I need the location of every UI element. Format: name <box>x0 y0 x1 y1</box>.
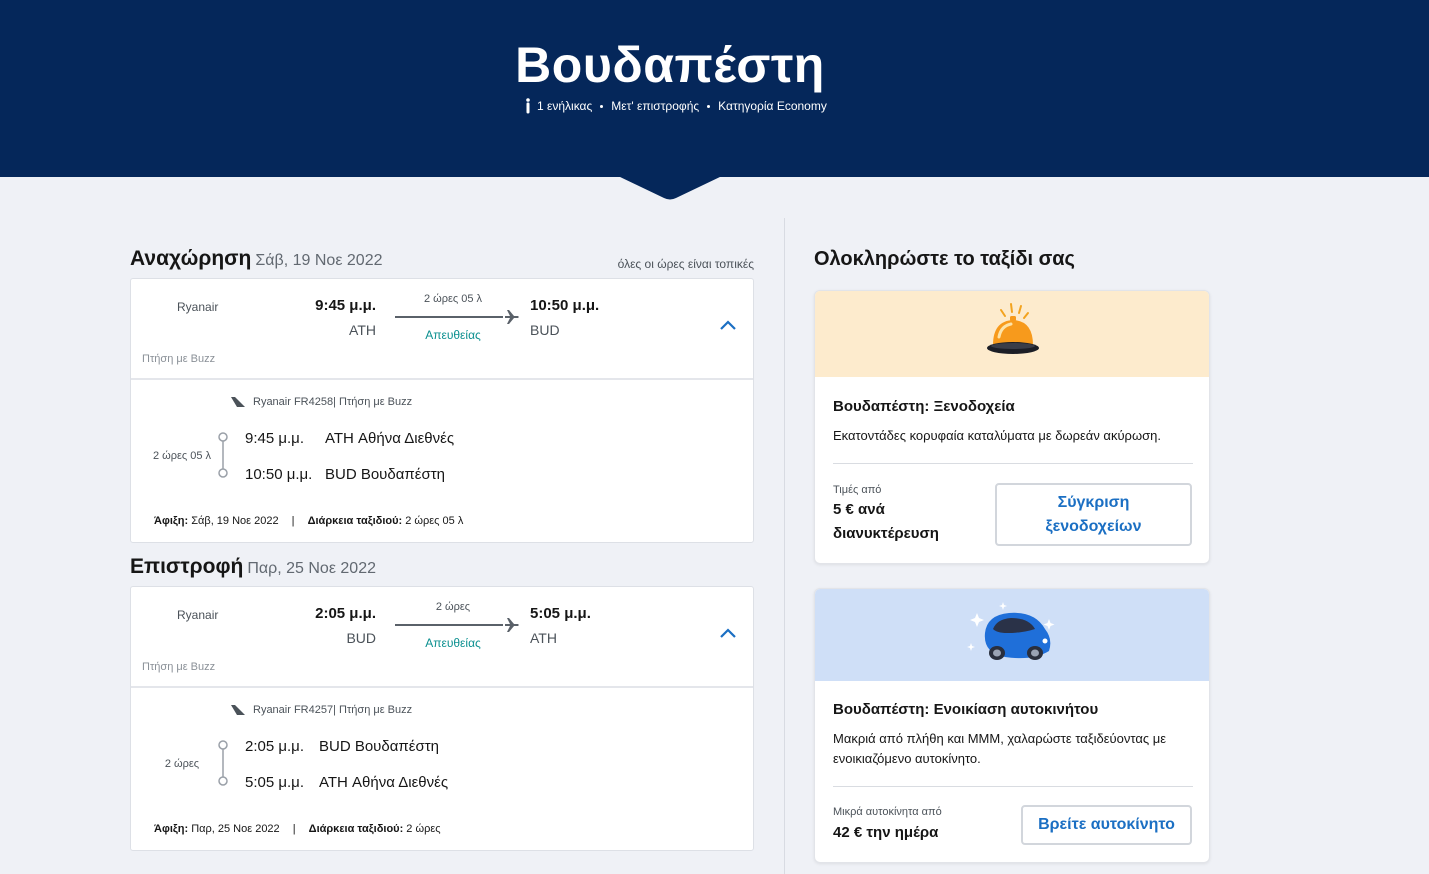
hotel-bell-icon <box>987 303 1039 354</box>
hotels-price-line2: διανυκτέρευση <box>833 525 939 542</box>
footer-separator: | <box>292 823 296 835</box>
leg-departure-time: 2:05 μ.μ. <box>245 738 304 755</box>
airline-name: Ryanair <box>177 608 219 622</box>
return-title: Επιστροφή <box>130 555 244 578</box>
leg-arrival-airport: BUD Βουδαπέστη <box>325 466 445 483</box>
hotels-banner <box>815 291 1209 377</box>
chevron-up-icon[interactable] <box>719 627 737 639</box>
outbound-date: Σάβ, 19 Νοε 2022 <box>255 252 383 269</box>
leg-footer: Άφιξη: Παρ, 25 Νοε 2022 | Διάρκεια ταξιδ… <box>154 823 441 835</box>
separator-dot <box>600 104 604 108</box>
cars-promo-card: Βουδαπέστη: Ενοικίαση αυτοκινήτου Μακριά… <box>814 588 1210 863</box>
trip-duration-label: Διάρκεια ταξιδιού: <box>307 515 403 527</box>
compare-hotels-label-2: ξενοδοχείων <box>1045 517 1142 535</box>
operated-by: Πτήση με Buzz <box>142 661 216 673</box>
plane-icon <box>505 310 519 324</box>
outbound-heading: Αναχώρηση Σάβ, 19 Νοε 2022 <box>130 247 383 271</box>
departure-time: 2:05 μ.μ. <box>315 605 376 622</box>
arrival-code: BUD <box>530 322 560 338</box>
hero-header: Βουδαπέστη 1 ενήλικας Μετ' επιστροφής Κα… <box>0 0 1429 177</box>
leg-airline: Ryanair FR4257| Πτήση με Buzz <box>231 704 412 716</box>
stops-label: Απευθείας <box>425 328 481 342</box>
leg-airline-label: Ryanair FR4257| Πτήση με Buzz <box>253 704 413 716</box>
arrival-time: 10:50 μ.μ. <box>530 297 600 314</box>
column-divider <box>784 218 785 874</box>
hotels-price-label: Τιμές από <box>833 484 882 496</box>
footer-separator: | <box>291 515 295 527</box>
outbound-title: Αναχώρηση <box>130 247 252 270</box>
leg-departure-time: 9:45 μ.μ. <box>245 430 304 447</box>
return-heading: Επιστροφή Παρ, 25 Νοε 2022 <box>130 555 376 579</box>
route-line <box>395 316 503 318</box>
leg-arrival-airport: ATH Αθήνα Διεθνές <box>319 774 449 791</box>
leg-departure-airport: ATH Αθήνα Διεθνές <box>325 430 455 447</box>
airline-tail-icon <box>231 705 245 715</box>
arrival-date: Σάβ, 19 Νοε 2022 <box>188 515 279 527</box>
flight-summary[interactable]: Ryanair Πτήση με Buzz 2:05 μ.μ. BUD 2 ώρ… <box>131 587 753 688</box>
route-line <box>395 624 503 626</box>
hotels-title: Βουδαπέστη: Ξενοδοχεία <box>833 398 1015 415</box>
arrival-label: Άφιξη: <box>154 515 189 527</box>
airline-name: Ryanair <box>177 300 219 314</box>
arrival-date: Παρ, 25 Νοε 2022 <box>188 823 280 835</box>
flight-duration: 2 ώρες 05 λ <box>423 293 483 305</box>
departure-code: BUD <box>346 630 376 646</box>
flight-details: Ryanair FR4257| Πτήση με Buzz 2 ώρες 2:0… <box>131 688 753 850</box>
flight-duration: 2 ώρες <box>435 601 471 613</box>
leg-arrival-time: 10:50 μ.μ. <box>245 466 313 483</box>
airline-tail-icon <box>231 397 245 407</box>
departure-time: 9:45 μ.μ. <box>315 297 376 314</box>
compare-hotels-button[interactable]: Σύγκριση ξενοδοχείων <box>995 483 1192 546</box>
trip-summary: 1 ενήλικας Μετ' επιστροφής Κατηγορία Eco… <box>524 98 827 114</box>
leg-arrival-time: 5:05 μ.μ. <box>245 774 304 791</box>
return-flight-card: Ryanair Πτήση με Buzz 2:05 μ.μ. BUD 2 ώρ… <box>130 586 754 851</box>
leg-airline-label: Ryanair FR4258| Πτήση με Buzz <box>253 396 413 408</box>
trip-type[interactable]: Μετ' επιστροφής <box>611 99 699 113</box>
hotels-promo-card: Βουδαπέστη: Ξενοδοχεία Εκατοντάδες κορυφ… <box>814 290 1210 564</box>
outbound-flight-card: Ryanair Πτήση με Buzz 9:45 μ.μ. ATH 2 ώρ… <box>130 278 754 543</box>
hotels-divider <box>833 463 1193 464</box>
stops-label: Απευθείας <box>425 636 481 650</box>
hotels-description: Εκατοντάδες κορυφαία καταλύματα με δωρεά… <box>833 428 1161 443</box>
hotels-price: 5 € ανά διανυκτέρευση <box>833 498 939 546</box>
leg-footer: Άφιξη: Σάβ, 19 Νοε 2022 | Διάρκεια ταξιδ… <box>154 515 463 527</box>
flight-details: Ryanair FR4258| Πτήση με Buzz 2 ώρες 05 … <box>131 380 753 542</box>
leg-airline: Ryanair FR4258| Πτήση με Buzz <box>231 396 412 408</box>
separator-dot <box>707 104 711 108</box>
cars-price-label: Μικρά αυτοκίνητα από <box>833 806 942 818</box>
sidebar-title: Ολοκληρώστε το ταξίδι σας <box>814 248 1075 270</box>
trip-duration-label: Διάρκεια ταξιδιού: <box>308 823 404 835</box>
person-icon <box>526 98 530 114</box>
trip-duration: 2 ώρες 05 λ <box>402 515 464 527</box>
page-title: Βουδαπέστη <box>515 37 825 93</box>
leg-timeline <box>218 740 228 786</box>
cars-banner <box>815 589 1209 681</box>
cars-description: Μακριά από πλήθη και ΜΜΜ, χαλαρώστε ταξι… <box>833 731 1167 766</box>
trip-duration: 2 ώρες <box>403 823 441 835</box>
header-notch <box>618 176 722 200</box>
return-date: Παρ, 25 Νοε 2022 <box>247 560 376 577</box>
arrival-label: Άφιξη: <box>154 823 189 835</box>
leg-timeline <box>218 432 228 478</box>
timezone-note: όλες οι ώρες είναι τοπικές <box>617 257 754 271</box>
find-car-button[interactable]: Βρείτε αυτοκίνητο <box>1021 805 1192 845</box>
compare-hotels-label-1: Σύγκριση <box>1057 493 1130 511</box>
leg-departure-airport: BUD Βουδαπέστη <box>319 738 439 755</box>
passenger-count[interactable]: 1 ενήλικας <box>537 99 592 113</box>
flight-summary[interactable]: Ryanair Πτήση με Buzz 9:45 μ.μ. ATH 2 ώρ… <box>131 279 753 380</box>
operated-by: Πτήση με Buzz <box>142 353 216 365</box>
arrival-time: 5:05 μ.μ. <box>530 605 591 622</box>
hotels-price-line1: 5 € ανά <box>833 501 885 518</box>
cars-title: Βουδαπέστη: Ενοικίαση αυτοκινήτου <box>833 701 1099 718</box>
departure-code: ATH <box>349 322 376 338</box>
arrival-code: ATH <box>530 630 557 646</box>
chevron-up-icon[interactable] <box>719 319 737 331</box>
leg-duration: 2 ώρες 05 λ <box>152 450 212 462</box>
plane-icon <box>505 618 519 632</box>
leg-duration: 2 ώρες <box>164 758 200 770</box>
cars-price: 42 € την ημέρα <box>833 824 939 841</box>
cars-divider <box>833 786 1193 787</box>
car-icon <box>967 602 1055 660</box>
cabin-class[interactable]: Κατηγορία Economy <box>718 99 827 113</box>
